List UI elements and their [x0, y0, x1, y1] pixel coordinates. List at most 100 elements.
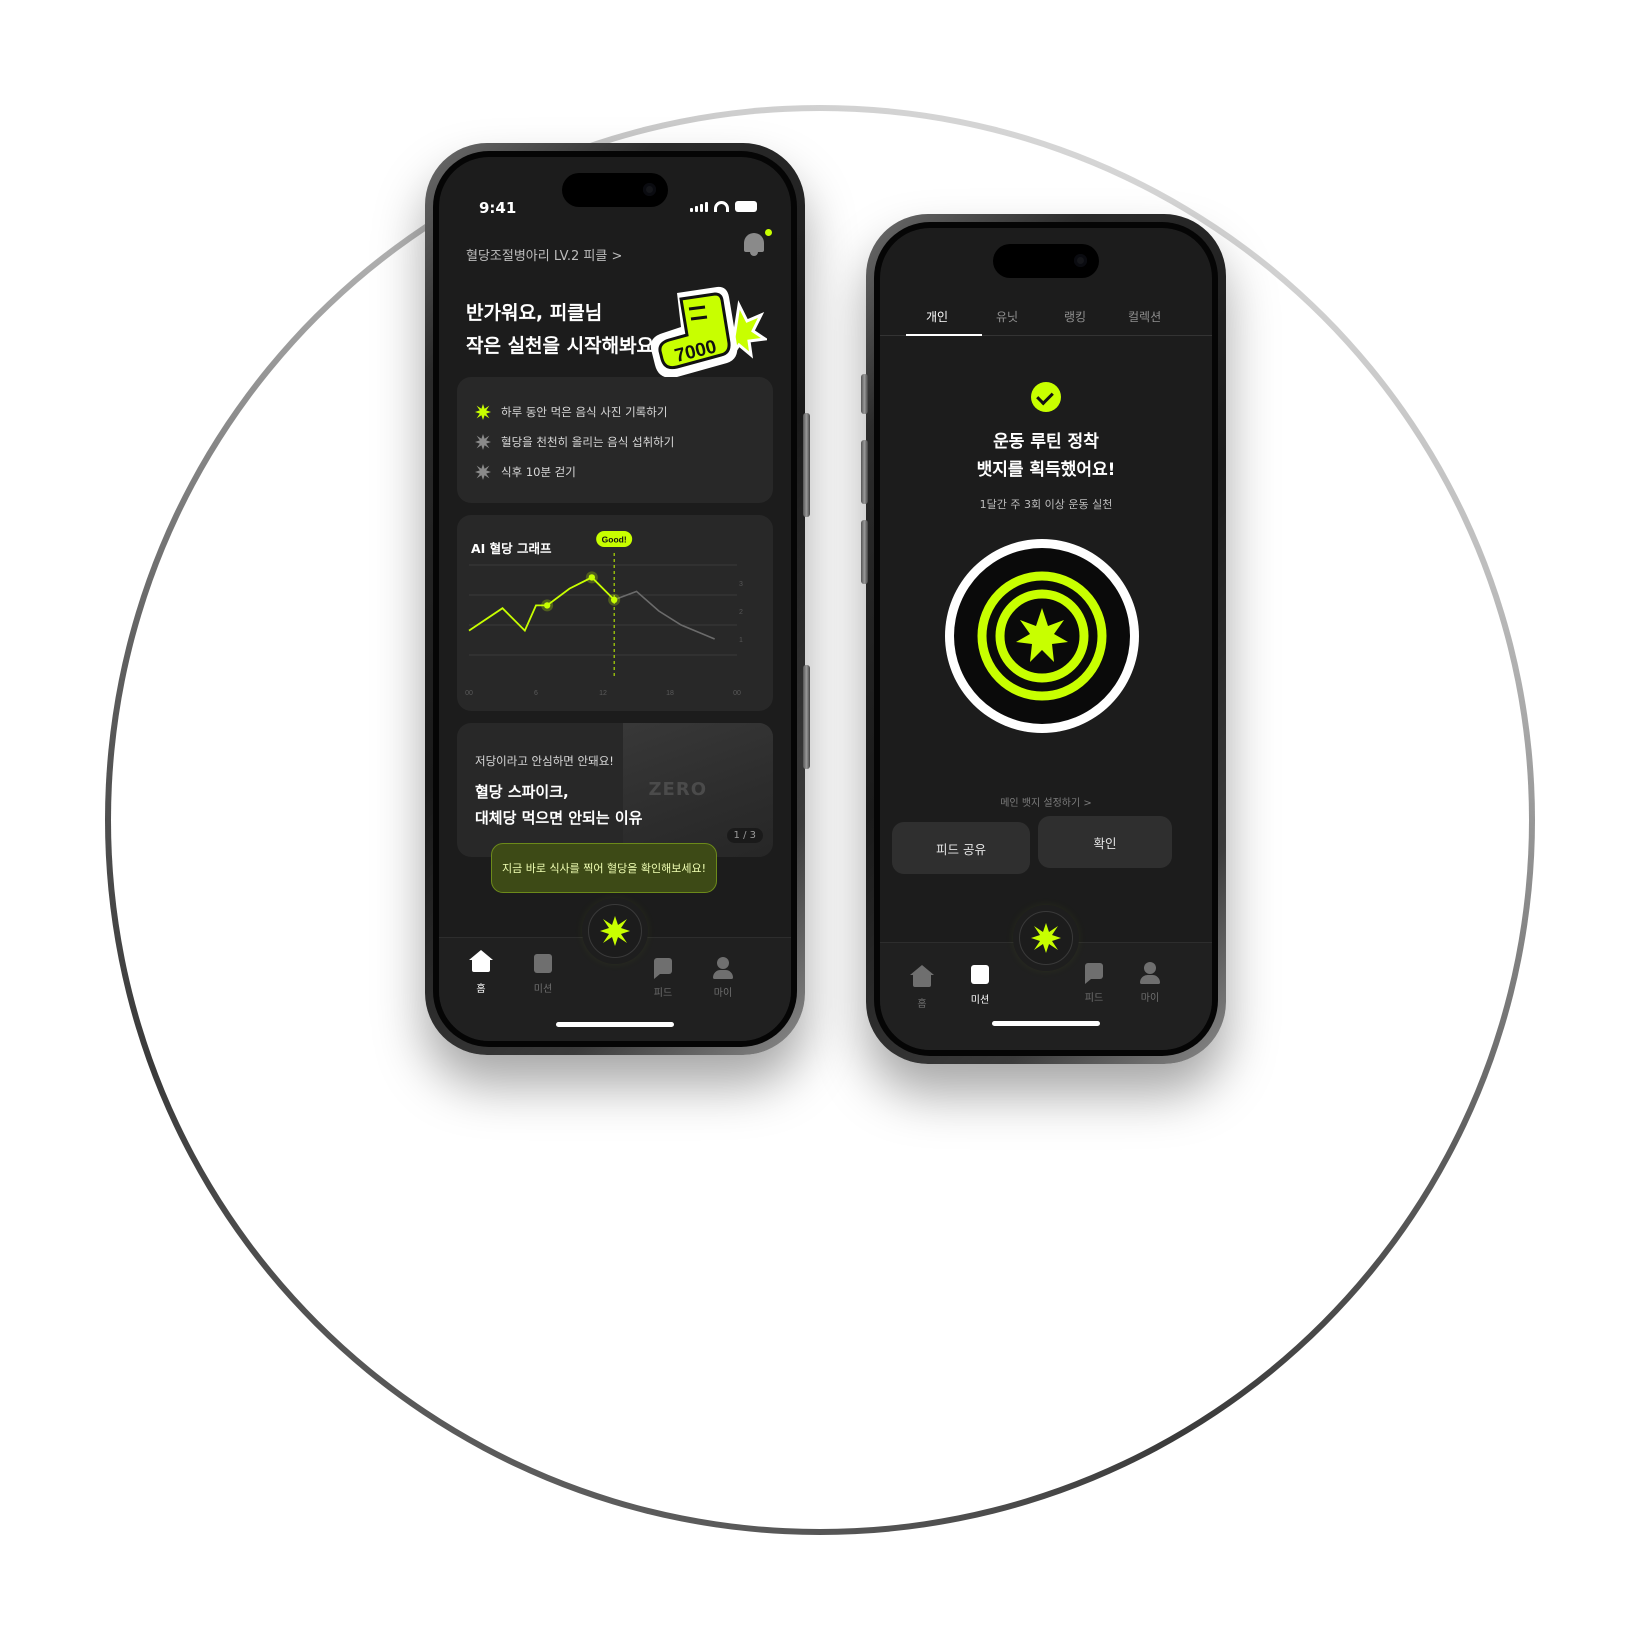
tab-label: 홈: [476, 984, 486, 995]
badge-tabs: 개인 유닛 랭킹 컬렉션: [880, 300, 1212, 336]
side-button: [803, 413, 810, 517]
x-tick-label: 12: [599, 690, 607, 697]
tab-my[interactable]: 마이: [1130, 961, 1170, 1004]
feed-icon: [654, 958, 672, 979]
tab-label: 미션: [970, 995, 990, 1006]
article-pager: 1 / 3: [726, 828, 763, 843]
feed-share-button[interactable]: 피드 공유: [892, 822, 1030, 874]
greeting: 반가워요, 피클님 작은 실천을 시작해봐요!: [466, 297, 663, 363]
data-point: [588, 574, 596, 581]
tab-mission[interactable]: 미션: [960, 963, 1000, 1006]
burst-icon: [600, 916, 630, 946]
background-ring: [105, 105, 1535, 1535]
notification-dot: [765, 229, 772, 236]
mission-list-card: 하루 동안 먹은 음식 사진 기록하기 혈당을 천천히 올리는 음식 섭취하기 …: [457, 377, 773, 503]
data-point: [610, 596, 618, 603]
article-image-text: ZERO: [648, 779, 707, 800]
greeting-line-1: 반가워요, 피클님: [466, 302, 603, 324]
article-title: 혈당 스파이크, 대체당 먹으면 안되는 이유: [475, 779, 642, 831]
mission-icon: [971, 965, 989, 984]
side-button: [861, 374, 868, 414]
signal-icon: [690, 202, 708, 212]
mission-item[interactable]: 혈당을 천천히 올리는 음식 섭취하기: [475, 427, 755, 457]
badge-title-line-1: 운동 루틴 정착: [993, 432, 1099, 452]
article-title-line-1: 혈당 스파이크,: [475, 783, 569, 801]
x-tick-label: 00: [733, 690, 741, 697]
tab-label: 홈: [917, 999, 927, 1010]
tab-label: 미션: [533, 984, 553, 995]
mission-label: 혈당을 천천히 올리는 음식 섭취하기: [501, 435, 675, 449]
home-indicator: [992, 1021, 1100, 1026]
tab-ranking[interactable]: 랭킹: [1064, 308, 1086, 325]
tab-label: 피드: [653, 988, 673, 999]
article-title-line-2: 대체당 먹으면 안되는 이유: [475, 809, 643, 827]
mission-burst-icon: [475, 464, 491, 480]
tab-home[interactable]: 홈: [902, 965, 942, 1010]
wifi-icon: [714, 201, 729, 212]
tab-feed[interactable]: 피드: [1074, 961, 1114, 1004]
home-icon: [469, 950, 493, 972]
tab-feed[interactable]: 피드: [643, 956, 683, 999]
y-tick-label: 2: [739, 609, 743, 616]
tab-collection[interactable]: 컬렉션: [1128, 308, 1161, 325]
tab-mission[interactable]: 미션: [523, 952, 563, 995]
tab-label: 마이: [713, 988, 733, 999]
dynamic-island: [993, 244, 1099, 278]
blood-sugar-chart: 3 2 1 00 6 12 18 00 Good!: [465, 531, 743, 697]
x-tick-label: 00: [465, 690, 473, 697]
mission-label: 식후 10분 걷기: [501, 465, 576, 479]
active-tab-indicator: [906, 334, 982, 336]
badge-screen: 개인 유닛 랭킹 컬렉션 운동 루틴 정착 뱃지를 획득했어요! 1달간 주 3…: [880, 228, 1212, 1050]
x-tick-label: 18: [666, 690, 674, 697]
y-tick-label: 1: [739, 637, 743, 644]
side-button: [861, 520, 868, 584]
article-subtitle: 저당이라고 안심하면 안돼요!: [475, 754, 614, 768]
home-screen: 9:41 혈당조절병아리 LV.2 피클 > 반가워요, 피클님 작은 실천을 …: [439, 157, 791, 1041]
mission-item[interactable]: 하루 동안 먹은 음식 사진 기록하기: [475, 397, 755, 427]
badge-title: 운동 루틴 정착 뱃지를 획득했어요!: [880, 428, 1212, 484]
my-icon: [1140, 962, 1160, 984]
camera-fab-button[interactable]: [1019, 911, 1073, 965]
exercise-badge-icon: [945, 539, 1139, 733]
battery-icon: [735, 201, 757, 212]
badge-subtitle: 1달간 주 3회 이상 운동 실천: [979, 498, 1113, 511]
phone-home: 9:41 혈당조절병아리 LV.2 피클 > 반가워요, 피클님 작은 실천을 …: [425, 143, 810, 1055]
side-button: [803, 665, 810, 769]
blood-sugar-graph-card[interactable]: AI 혈당 그래프 3 2 1 00 6 12 18 00 Good!: [457, 515, 773, 711]
tab-home[interactable]: 홈: [461, 950, 501, 995]
phone-badge: 개인 유닛 랭킹 컬렉션 운동 루틴 정착 뱃지를 획득했어요! 1달간 주 3…: [861, 214, 1226, 1064]
tab-label: 피드: [1084, 993, 1104, 1004]
bottom-tab-bar: 홈 미션 피드 마이: [439, 904, 791, 1041]
notification-bell-icon[interactable]: [742, 229, 772, 257]
tab-unit[interactable]: 유닛: [996, 308, 1018, 325]
level-breadcrumb[interactable]: 혈당조절병아리 LV.2 피클 >: [466, 245, 622, 264]
graph-tooltip: Good!: [602, 535, 627, 545]
burst-icon: [1031, 923, 1061, 953]
mission-burst-icon: [475, 434, 491, 450]
camera-fab-button[interactable]: [588, 904, 642, 958]
confirm-button[interactable]: 확인: [1038, 816, 1172, 868]
y-tick-label: 3: [739, 581, 743, 588]
mission-active-burst-icon: [475, 404, 491, 420]
camera-prompt-toast[interactable]: 지금 바로 식사를 찍어 혈당을 확인해보세요!: [491, 843, 717, 893]
bottom-tab-bar: 홈 미션 피드 마이: [880, 911, 1212, 1050]
tab-my[interactable]: 마이: [703, 956, 743, 999]
mission-label: 하루 동안 먹은 음식 사진 기록하기: [501, 405, 668, 419]
tab-label: 마이: [1140, 993, 1160, 1004]
article-card[interactable]: ZERO 저당이라고 안심하면 안돼요! 혈당 스파이크, 대체당 먹으면 안되…: [457, 723, 773, 857]
series-line-forecast: [613, 590, 715, 640]
check-icon: [1031, 382, 1061, 412]
tab-personal[interactable]: 개인: [926, 308, 948, 325]
mission-icon: [534, 954, 552, 973]
data-point: [543, 602, 551, 609]
set-main-badge-link[interactable]: 메인 뱃지 설정하기 >: [880, 794, 1212, 809]
badge-title-line-2: 뱃지를 획득했어요!: [976, 460, 1116, 480]
dynamic-island: [562, 173, 668, 207]
home-indicator: [556, 1022, 674, 1027]
home-icon: [910, 965, 934, 987]
status-time: 9:41: [479, 199, 517, 217]
side-button: [861, 440, 868, 504]
my-icon: [713, 957, 733, 979]
x-tick-label: 6: [534, 690, 538, 697]
mission-item[interactable]: 식후 10분 걷기: [475, 457, 755, 487]
